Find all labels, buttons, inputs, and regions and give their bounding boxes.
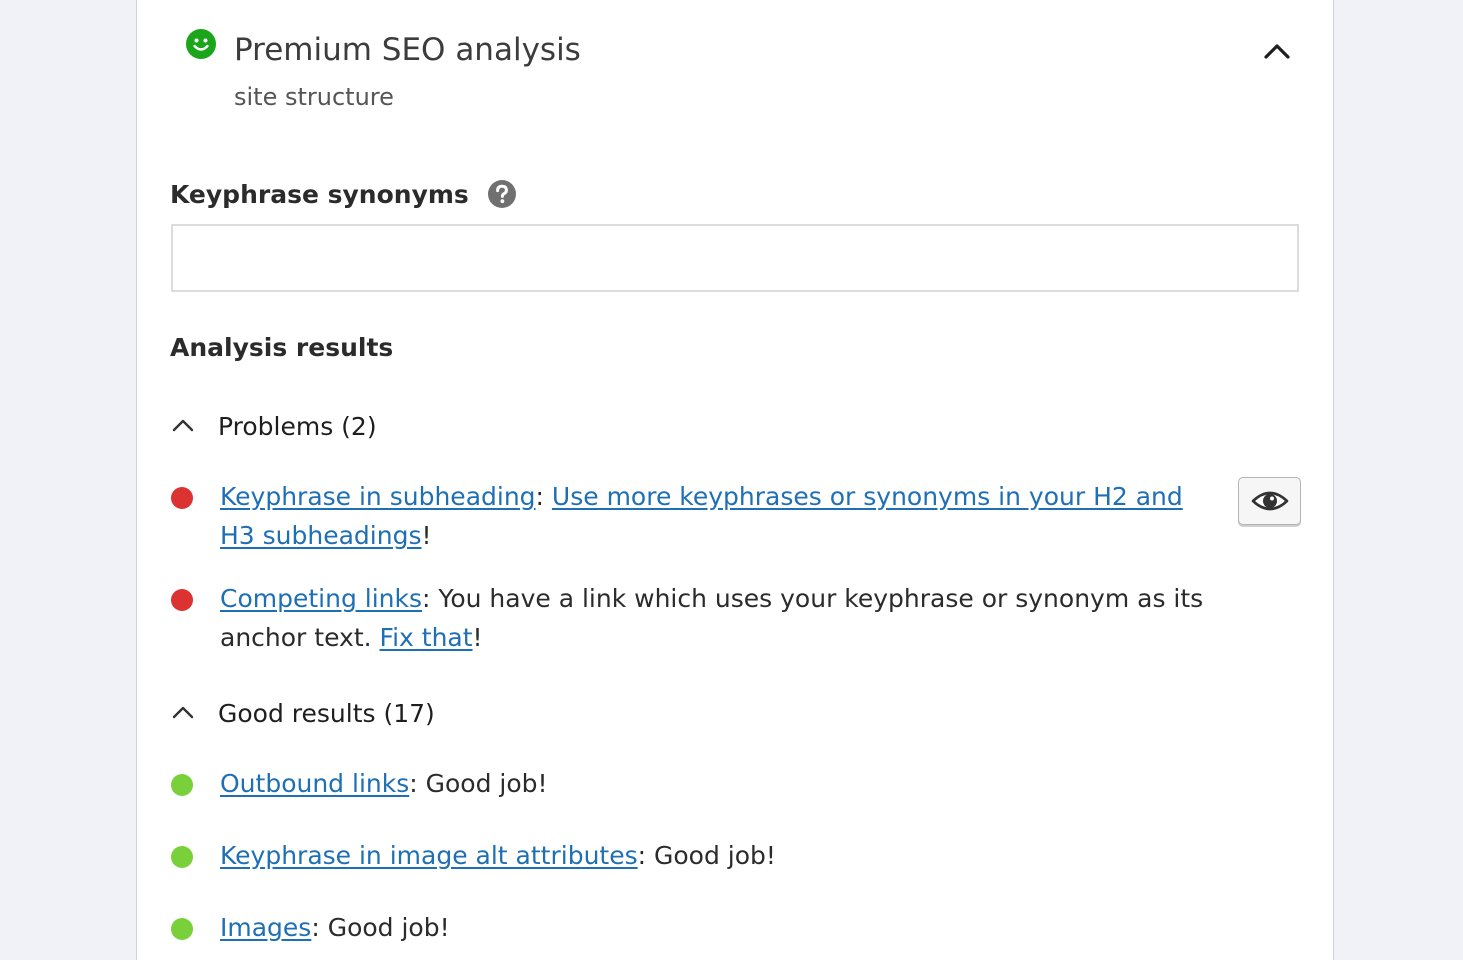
problem-bullet-icon [171,589,193,611]
result-message: : Good job! [637,841,776,870]
result-link[interactable]: Keyphrase in subheading [220,482,536,511]
result-text: Keyphrase in image alt attributes: Good … [220,836,1260,875]
problems-label: Problems (2) [218,411,377,441]
synonyms-label-row: Keyphrase synonyms [170,176,517,212]
smiley-face-icon [186,29,216,59]
problems-toggle[interactable]: Problems (2) [170,408,377,444]
chevron-up-icon [172,419,194,432]
result-text: Outbound links: Good job! [220,764,1260,803]
result-item: Outbound links: Good job! [171,764,1231,804]
result-tail: ! [472,623,483,652]
result-link[interactable]: Outbound links [220,769,409,798]
result-message: : Good job! [409,769,548,798]
chevron-up-icon[interactable] [1259,36,1295,66]
result-text: Keyphrase in subheading: Use more keyphr… [220,477,1210,555]
question-mark-icon[interactable] [487,179,517,209]
good-bullet-icon [171,918,193,940]
good-results-label: Good results (17) [218,698,435,728]
chevron-up-icon [172,706,194,719]
result-item: Images: Good job! [171,908,1231,948]
panel-title: Premium SEO analysis [234,32,581,68]
result-item: Competing links: You have a link which u… [171,579,1231,659]
panel-header: Premium SEO analysis site structure [185,26,1305,126]
result-text: Competing links: You have a link which u… [220,579,1260,657]
synonyms-input[interactable] [171,224,1299,292]
result-item: Keyphrase in image alt attributes: Good … [171,836,1231,876]
eye-icon [1251,491,1288,511]
result-link[interactable]: Keyphrase in image alt attributes [220,841,638,870]
analysis-results-heading: Analysis results [170,333,394,362]
seo-analysis-panel: Premium SEO analysis site structure Keyp… [136,0,1334,960]
problem-bullet-icon [171,487,193,509]
result-message: : Good job! [311,913,450,942]
result-text: Images: Good job! [220,908,1260,947]
result-separator: : [535,482,552,511]
good-results-toggle[interactable]: Good results (17) [170,695,435,731]
result-link[interactable]: Competing links [220,584,422,613]
panel-subtitle: site structure [234,83,394,111]
highlight-eye-button[interactable] [1238,477,1301,525]
result-action-link[interactable]: Fix that [380,623,473,652]
good-bullet-icon [171,846,193,868]
synonyms-label: Keyphrase synonyms [170,179,469,209]
result-link[interactable]: Images [220,913,311,942]
good-bullet-icon [171,774,193,796]
result-item: Keyphrase in subheading: Use more keyphr… [171,477,1231,557]
result-tail: ! [421,521,432,550]
